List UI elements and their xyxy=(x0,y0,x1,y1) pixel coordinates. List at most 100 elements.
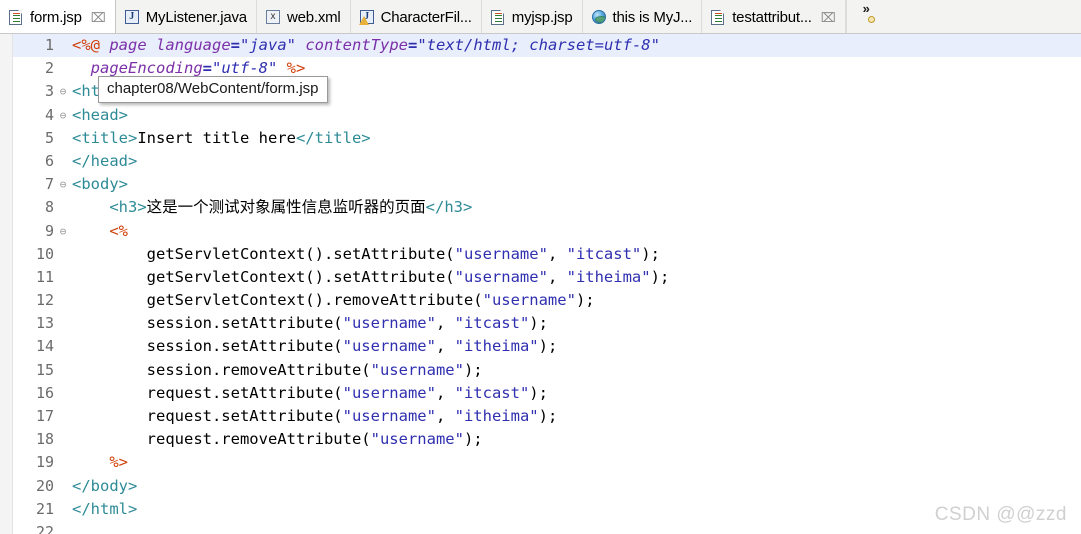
code-line[interactable]: 6 </head> xyxy=(13,150,1081,173)
code-line[interactable]: 18 request.removeAttribute("username"); xyxy=(13,428,1081,451)
code-text: %> xyxy=(70,451,128,474)
editor-tab-bar: form.jsp ⌧ J MyListener.java x web.xml J Charac… xyxy=(0,0,1081,34)
editor-tab-label: web.xml xyxy=(286,8,341,26)
code-line[interactable]: 12 getServletContext().removeAttribute("… xyxy=(13,289,1081,312)
line-number: 12 xyxy=(35,291,54,310)
editor-tab-this-is-myj[interactable]: this is MyJ... xyxy=(582,0,703,33)
editor-tab-web-xml[interactable]: x web.xml xyxy=(256,0,351,33)
line-number: 21 xyxy=(35,499,54,518)
code-token: , xyxy=(435,407,455,425)
code-token: ); xyxy=(463,430,483,449)
fold-toggle-icon[interactable]: ⊖ xyxy=(56,80,70,103)
line-number: 6 xyxy=(44,151,54,170)
file-path-tooltip: chapter08/WebContent/form.jsp xyxy=(98,76,328,103)
code-token: ); xyxy=(641,244,660,263)
fold-toggle-icon[interactable]: ⊖ xyxy=(56,220,70,243)
code-token: ); xyxy=(538,407,558,425)
line-number: 22 xyxy=(35,522,54,534)
code-line[interactable]: 9 ⊖ <% xyxy=(13,220,1081,243)
line-number: 5 xyxy=(44,128,54,147)
code-token: "itcast" xyxy=(454,383,530,402)
line-number: 17 xyxy=(35,407,54,425)
code-line[interactable]: 5 <title>Insert title here</title> xyxy=(13,127,1081,150)
code-token: <h3> xyxy=(109,198,147,217)
code-token: ); xyxy=(463,360,483,379)
code-token: , xyxy=(435,337,455,356)
code-editor[interactable]: 1 <%@ page language="java" contentType="t… xyxy=(0,34,1081,534)
editor-tab-label: this is MyJ... xyxy=(612,8,693,26)
code-token: "username" xyxy=(342,383,436,402)
code-line[interactable]: 20 </body> xyxy=(13,475,1081,498)
code-line[interactable]: 19 %> xyxy=(13,451,1081,474)
code-text: </head> xyxy=(70,150,137,173)
chevron-double-right-icon: » xyxy=(862,1,870,16)
code-line[interactable]: 21 </html> xyxy=(13,498,1081,521)
editor-tab-mylistener-java[interactable]: J MyListener.java xyxy=(115,0,257,33)
code-token: = xyxy=(407,36,418,54)
code-token: request.removeAttribute( xyxy=(72,430,371,449)
tab-overflow-button[interactable]: » xyxy=(845,0,886,33)
code-lines[interactable]: 1 <%@ page language="java" contentType="t… xyxy=(13,34,1081,534)
code-line[interactable]: 1 <%@ page language="java" contentType="t… xyxy=(13,34,1081,58)
eclipse-editor-window: form.jsp ⌧ J MyListener.java x web.xml J Charac… xyxy=(0,0,1081,534)
code-line[interactable]: 16 request.setAttribute("username", "itc… xyxy=(13,382,1081,405)
code-line[interactable]: 17 request.setAttribute("username", "ith… xyxy=(13,405,1081,428)
code-token: session.setAttribute( xyxy=(72,337,343,356)
code-line[interactable]: 14 session.setAttribute("username", "ith… xyxy=(13,335,1081,358)
marker-bar[interactable] xyxy=(0,34,13,534)
editor-tab-characterfil[interactable]: J CharacterFil... xyxy=(350,0,482,33)
code-token: <head> xyxy=(72,105,128,124)
xml-file-icon: x xyxy=(265,9,281,25)
code-line[interactable]: 11 getServletContext().setAttribute("use… xyxy=(13,266,1081,289)
fold-toggle-icon[interactable]: ⊖ xyxy=(56,104,70,127)
editor-tab-form-jsp[interactable]: form.jsp ⌧ xyxy=(0,0,116,33)
editor-tab-label: CharacterFil... xyxy=(380,8,472,26)
close-icon[interactable]: ⌧ xyxy=(91,11,106,24)
watermark: CSDN @@zzd xyxy=(935,504,1067,526)
jsp-file-icon xyxy=(8,9,24,25)
code-line[interactable]: 8 <h3>这是一个测试对象属性信息监听器的页面</h3> xyxy=(13,196,1081,219)
java-class-warning-icon: J xyxy=(358,9,375,25)
close-icon[interactable]: ⌧ xyxy=(821,11,836,24)
code-token: </head> xyxy=(72,151,138,170)
code-token: "utf-8" xyxy=(212,59,278,78)
code-line[interactable]: 13 session.setAttribute("username", "itc… xyxy=(13,312,1081,335)
line-number: 16 xyxy=(35,383,54,402)
code-text: </html> xyxy=(70,498,137,521)
code-token: "username" xyxy=(370,360,464,379)
code-token: , xyxy=(547,267,567,286)
line-number: 2 xyxy=(44,59,54,78)
code-line[interactable]: 15 session.removeAttribute("username"); xyxy=(13,359,1081,382)
code-token: session.setAttribute( xyxy=(72,314,343,333)
editor-tab-testattribut[interactable]: testattribut... ⌧ xyxy=(702,0,846,33)
line-number: 13 xyxy=(35,314,54,333)
code-token: , xyxy=(547,244,567,263)
overflow-indicator-icon xyxy=(867,16,875,23)
line-number: 3 xyxy=(44,82,54,101)
code-line[interactable]: 4 ⊖ <head> xyxy=(13,104,1081,127)
code-token: ); xyxy=(538,337,558,356)
code-line[interactable]: 22 xyxy=(13,521,1081,534)
line-number: 14 xyxy=(35,337,54,356)
code-token: getServletContext().removeAttribute( xyxy=(72,291,483,310)
code-line[interactable]: 7 ⊖ <body> xyxy=(13,173,1081,196)
code-text: <body> xyxy=(70,173,128,196)
code-line[interactable]: 10 getServletContext().setAttribute("use… xyxy=(13,243,1081,266)
code-token: "username" xyxy=(454,244,548,263)
editor-tab-myjsp-jsp[interactable]: myjsp.jsp xyxy=(481,0,583,33)
code-token: "itcast" xyxy=(566,244,642,263)
code-token: </h3> xyxy=(425,198,473,217)
fold-toggle-icon[interactable]: ⊖ xyxy=(56,173,70,196)
editor-tab-label: form.jsp xyxy=(30,8,82,26)
java-class-icon: J xyxy=(124,9,140,25)
jsp-file-icon xyxy=(490,9,506,25)
line-number: 7 xyxy=(44,175,54,194)
code-text: <% xyxy=(70,220,128,243)
code-token: session.removeAttribute( xyxy=(72,360,371,379)
tooltip-text: chapter08/WebContent/form.jsp xyxy=(107,80,319,97)
code-text: </body> xyxy=(70,475,137,498)
code-token: Insert title here xyxy=(137,128,296,147)
